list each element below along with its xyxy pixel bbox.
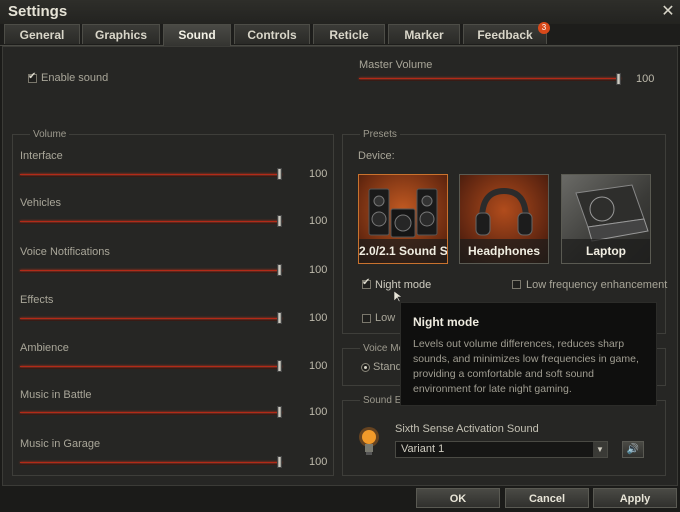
master-volume-value: 100 bbox=[636, 73, 655, 85]
cancel-button[interactable]: Cancel bbox=[505, 488, 589, 508]
device-card-speakers[interactable]: 2.0/2.1 Sound Sy bbox=[358, 174, 448, 264]
voice-option-label: Stand bbox=[373, 361, 402, 373]
interface-slider-thumb[interactable] bbox=[277, 168, 282, 180]
title-bar bbox=[0, 0, 680, 24]
night-mode-checkbox[interactable] bbox=[362, 277, 371, 289]
voice-radio[interactable] bbox=[361, 363, 370, 372]
music-in-garage-value: 100 bbox=[309, 456, 328, 468]
presets-group-title: Presets bbox=[360, 129, 400, 140]
master-volume-thumb[interactable] bbox=[616, 73, 621, 85]
device-label-laptop: Laptop bbox=[562, 239, 650, 263]
slider-label-vehicles: Vehicles bbox=[20, 197, 61, 209]
mouse-cursor-icon bbox=[394, 291, 402, 303]
effects-slider-track[interactable] bbox=[20, 318, 282, 321]
device-card-laptop[interactable]: Laptop bbox=[561, 174, 651, 264]
vehicles-value: 100 bbox=[309, 215, 328, 227]
night-mode-tooltip: Night mode Levels out volume differences… bbox=[400, 302, 657, 406]
ok-button[interactable]: OK bbox=[416, 488, 500, 508]
enable-sound-checkbox[interactable] bbox=[28, 71, 37, 83]
apply-button[interactable]: Apply bbox=[593, 488, 677, 508]
ambience-slider-thumb[interactable] bbox=[277, 360, 282, 372]
play-sound-button[interactable]: 🔊 bbox=[622, 441, 644, 458]
speakers-icon bbox=[368, 188, 438, 238]
device-card-headphones[interactable]: Headphones bbox=[459, 174, 549, 264]
sixth-sense-select-value: Variant 1 bbox=[401, 443, 445, 455]
sixth-sense-select[interactable]: Variant 1 ▼ bbox=[395, 441, 608, 458]
device-label-headphones: Headphones bbox=[460, 239, 548, 263]
low-option-label: Low bbox=[375, 312, 396, 324]
music-in-battle-value: 100 bbox=[309, 406, 328, 418]
low-frequency-label: Low frequency enhancement bbox=[526, 279, 668, 291]
laptop-icon bbox=[575, 184, 649, 242]
voice-notifications-value: 100 bbox=[309, 264, 328, 276]
lightbulb-icon bbox=[359, 427, 379, 455]
music-in-battle-slider-thumb[interactable] bbox=[277, 406, 282, 418]
tooltip-text: Levels out volume differences, reduces s… bbox=[413, 338, 639, 395]
tab-marker[interactable]: Marker bbox=[388, 24, 460, 44]
chevron-down-icon[interactable]: ▼ bbox=[593, 442, 607, 457]
master-volume-track[interactable] bbox=[359, 78, 621, 81]
tab-general[interactable]: General bbox=[4, 24, 80, 44]
tab-controls[interactable]: Controls bbox=[234, 24, 310, 44]
tab-graphics[interactable]: Graphics bbox=[82, 24, 160, 44]
notification-badge: 3 bbox=[538, 22, 550, 34]
effects-slider-thumb[interactable] bbox=[277, 312, 282, 324]
music-in-garage-slider-thumb[interactable] bbox=[277, 456, 282, 468]
slider-label-effects: Effects bbox=[20, 294, 54, 306]
sixth-sense-label: Sixth Sense Activation Sound bbox=[395, 423, 539, 435]
vehicles-slider-track[interactable] bbox=[20, 221, 282, 224]
tab-sound[interactable]: Sound bbox=[163, 24, 231, 46]
slider-label-interface: Interface bbox=[20, 150, 63, 162]
device-label: Device: bbox=[358, 150, 395, 162]
interface-slider-track[interactable] bbox=[20, 174, 282, 177]
slider-label-music-in-garage: Music in Garage bbox=[20, 438, 101, 450]
voice-notifications-slider-thumb[interactable] bbox=[277, 264, 282, 276]
tab-reticle[interactable]: Reticle bbox=[313, 24, 385, 44]
low-option-checkbox[interactable] bbox=[362, 314, 371, 323]
slider-label-ambience: Ambience bbox=[20, 342, 69, 354]
sound-group bbox=[342, 400, 666, 476]
enable-sound-label: Enable sound bbox=[41, 72, 109, 84]
interface-value: 100 bbox=[309, 168, 328, 180]
close-icon[interactable]: ✕ bbox=[660, 1, 676, 20]
headphones-icon bbox=[475, 187, 533, 236]
slider-label-music-in-battle: Music in Battle bbox=[20, 389, 92, 401]
volume-group-title: Volume bbox=[30, 129, 70, 140]
device-label-speakers: 2.0/2.1 Sound Sy bbox=[359, 239, 447, 263]
low-frequency-checkbox[interactable] bbox=[512, 280, 521, 289]
voice-notifications-slider-track[interactable] bbox=[20, 270, 282, 273]
window-title: Settings bbox=[8, 3, 68, 20]
vehicles-slider-thumb[interactable] bbox=[277, 215, 282, 227]
speaker-icon: 🔊 bbox=[626, 444, 640, 455]
slider-label-voice-notifications: Voice Notifications bbox=[20, 246, 110, 258]
volume-group bbox=[12, 134, 334, 476]
ambience-slider-track[interactable] bbox=[20, 366, 282, 369]
master-volume-label: Master Volume bbox=[359, 59, 433, 71]
music-in-battle-slider-track[interactable] bbox=[20, 412, 282, 415]
night-mode-label: Night mode bbox=[375, 279, 432, 291]
music-in-garage-slider-track[interactable] bbox=[20, 462, 282, 465]
ambience-value: 100 bbox=[309, 360, 328, 372]
tab-feedback[interactable]: Feedback bbox=[463, 24, 547, 44]
tooltip-title: Night mode bbox=[413, 315, 479, 329]
effects-value: 100 bbox=[309, 312, 328, 324]
